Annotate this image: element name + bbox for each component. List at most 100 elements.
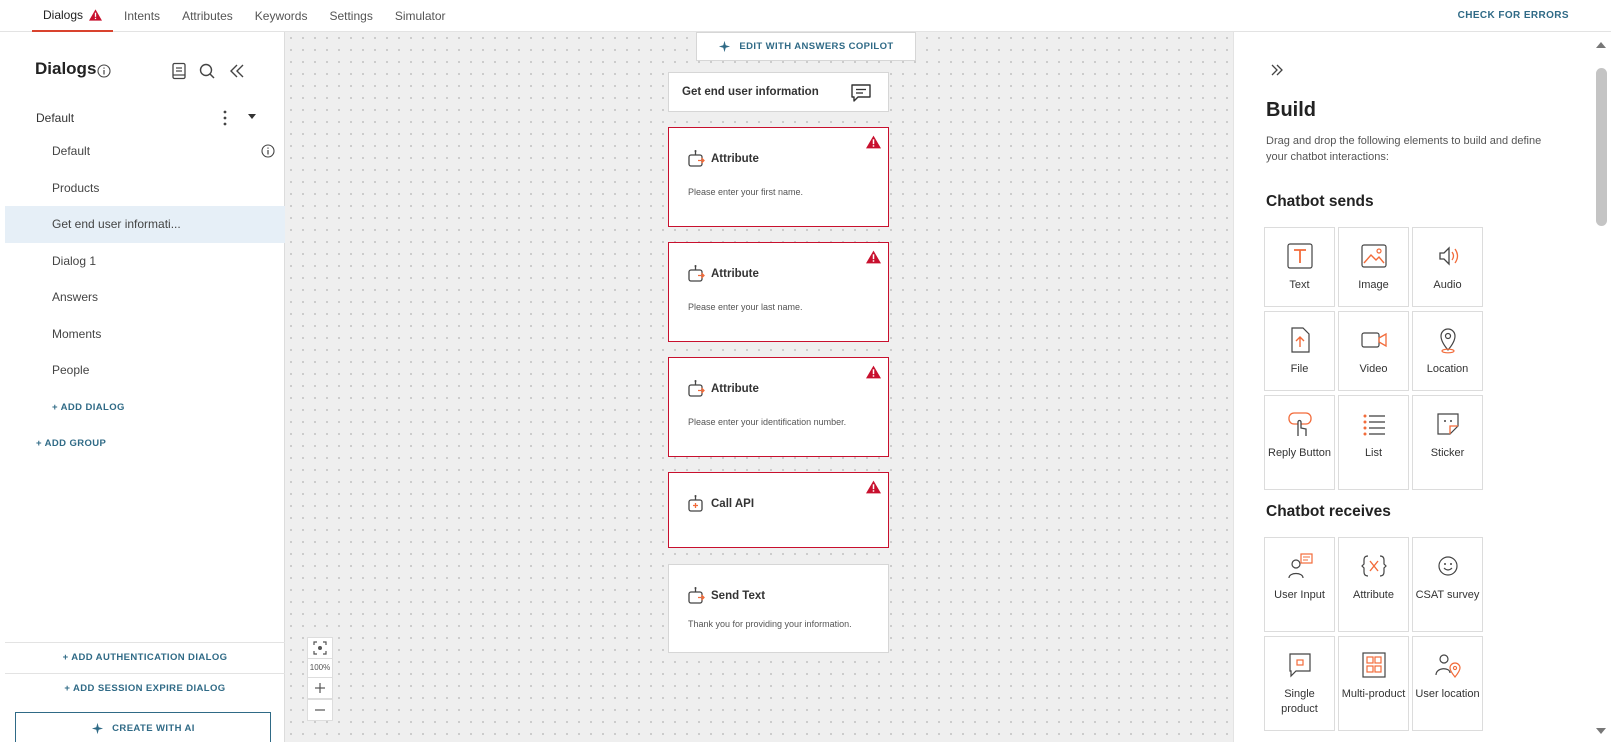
user-location-icon (1435, 654, 1461, 678)
collapse-right-icon[interactable] (1269, 62, 1285, 78)
node-text: Thank you for providing your information… (688, 619, 852, 629)
copilot-label: EDIT WITH ANSWERS COPILOT (739, 41, 894, 52)
element-sticker[interactable]: Sticker (1412, 395, 1483, 490)
element-reply-button[interactable]: Reply Button (1264, 395, 1335, 490)
tab-attributes[interactable]: Attributes (171, 0, 244, 32)
sidebar-item-answers[interactable]: Answers (5, 279, 285, 316)
dialog-canvas[interactable]: EDIT WITH ANSWERS COPILOT Get end user i… (285, 32, 1233, 742)
warning-icon (89, 9, 103, 21)
more-options-icon[interactable] (217, 108, 233, 128)
element-file[interactable]: File (1264, 311, 1335, 391)
user-input-icon (1288, 553, 1313, 579)
list-icon (1363, 414, 1385, 436)
tab-label: Simulator (394, 9, 446, 23)
element-attribute[interactable]: Attribute (1338, 537, 1409, 632)
search-icon[interactable] (197, 61, 217, 81)
element-text[interactable]: Text (1264, 227, 1335, 307)
collapse-left-icon[interactable] (227, 61, 247, 81)
sidebar-item-products[interactable]: Products (5, 170, 285, 207)
info-icon[interactable] (261, 144, 275, 158)
flow-node-attribute[interactable]: Attribute Please enter your first name. (668, 127, 889, 227)
tab-settings[interactable]: Settings (318, 0, 383, 32)
chat-bubble-icon (851, 84, 871, 102)
add-group-button[interactable]: + ADD GROUP (36, 438, 106, 449)
element-label: Multi-product (1341, 688, 1406, 700)
reply-button-icon (1288, 412, 1312, 436)
sticker-icon (1437, 413, 1459, 435)
element-label: List (1364, 447, 1383, 459)
scroll-up-arrow-icon[interactable] (1596, 42, 1606, 48)
sidebar-item-dialog-1[interactable]: Dialog 1 (5, 243, 285, 280)
caret-down-icon[interactable] (248, 114, 256, 119)
zoom-out-button[interactable] (307, 699, 333, 721)
flow-node-send-text[interactable]: Send Text Thank you for providing your i… (668, 564, 889, 653)
scrollbar-thumb[interactable] (1596, 68, 1607, 226)
flow-node-attribute[interactable]: Attribute Please enter your identificati… (668, 357, 889, 457)
dialog-start-card[interactable]: Get end user information (668, 72, 889, 112)
zoom-in-button[interactable] (307, 677, 333, 699)
element-list[interactable]: List (1338, 395, 1409, 490)
tab-keywords[interactable]: Keywords (244, 0, 319, 32)
tab-label: Keywords (254, 9, 308, 23)
file-icon (1291, 327, 1310, 353)
nav-tabs: Dialogs Intents Attributes Keywords Sett… (32, 0, 457, 32)
build-title: Build (1266, 99, 1316, 121)
minus-icon (315, 709, 325, 711)
create-with-ai-button[interactable]: CREATE WITH AI (15, 712, 271, 742)
check-for-errors-button[interactable]: CHECK FOR ERRORS (1458, 0, 1569, 32)
tab-intents[interactable]: Intents (113, 0, 171, 32)
sidebar-item-label: Get end user informati... (52, 217, 181, 231)
location-icon (1440, 328, 1456, 354)
node-title: Attribute (711, 383, 759, 395)
dialog-group-default[interactable]: Default (5, 100, 285, 136)
sidebar-item-get-end-user-information[interactable]: Get end user informati... (5, 206, 285, 243)
element-video[interactable]: Video (1338, 311, 1409, 391)
zoom-controls: 100% (307, 637, 333, 721)
element-location[interactable]: Location (1412, 311, 1483, 391)
sidebar-item-label: Answers (52, 290, 99, 304)
add-session-expire-dialog-button[interactable]: + ADD SESSION EXPIRE DIALOG (5, 673, 285, 704)
add-dialog-button[interactable]: + ADD DIALOG (52, 402, 125, 413)
fit-to-screen-button[interactable] (307, 637, 333, 659)
edit-with-answers-copilot-button[interactable]: EDIT WITH ANSWERS COPILOT (696, 32, 916, 61)
sidebar-item-default[interactable]: Default (5, 133, 285, 170)
image-icon (1361, 244, 1387, 268)
element-label: Video (1359, 363, 1388, 375)
element-user-location[interactable]: User location (1412, 636, 1483, 731)
book-icon[interactable] (169, 61, 189, 81)
tab-dialogs[interactable]: Dialogs (32, 0, 114, 32)
build-panel: Build Drag and drop the following elemen… (1233, 32, 1591, 742)
sidebar-item-moments[interactable]: Moments (5, 316, 285, 353)
dialog-name: Get end user information (682, 86, 819, 98)
add-authentication-dialog-button[interactable]: + ADD AUTHENTICATION DIALOG (5, 642, 285, 673)
scroll-down-arrow-icon[interactable] (1596, 728, 1606, 734)
element-audio[interactable]: Audio (1412, 227, 1483, 307)
sidebar-item-label: Dialog 1 (52, 254, 97, 268)
element-single-product[interactable]: Single product (1264, 636, 1335, 731)
bot-icon (688, 265, 705, 282)
warning-icon (866, 250, 881, 264)
info-icon[interactable] (97, 64, 111, 78)
flow-node-attribute[interactable]: Attribute Please enter your last name. (668, 242, 889, 342)
node-text: Please enter your last name. (688, 302, 803, 312)
csat-icon (1438, 556, 1458, 576)
node-text: Please enter your first name. (688, 187, 804, 197)
element-multi-product[interactable]: Multi-product (1338, 636, 1409, 731)
element-label: Audio (1433, 279, 1462, 291)
tab-simulator[interactable]: Simulator (384, 0, 457, 32)
sidebar-item-label: Default (52, 144, 91, 158)
single-product-icon (1289, 653, 1311, 678)
sidebar-item-label: People (52, 363, 90, 377)
warning-icon (866, 365, 881, 379)
chatbot-receives-title: Chatbot receives (1266, 503, 1391, 520)
flow-node-call-api[interactable]: Call API (668, 472, 889, 548)
element-csat-survey[interactable]: CSAT survey (1412, 537, 1483, 632)
panel-scrollbar[interactable] (1591, 32, 1611, 742)
sidebar-item-people[interactable]: People (5, 352, 285, 389)
element-user-input[interactable]: User Input (1264, 537, 1335, 632)
element-label: User Input (1274, 589, 1325, 601)
zoom-level: 100% (307, 659, 333, 677)
text-icon (1287, 243, 1313, 269)
element-image[interactable]: Image (1338, 227, 1409, 307)
audio-icon (1439, 246, 1459, 266)
